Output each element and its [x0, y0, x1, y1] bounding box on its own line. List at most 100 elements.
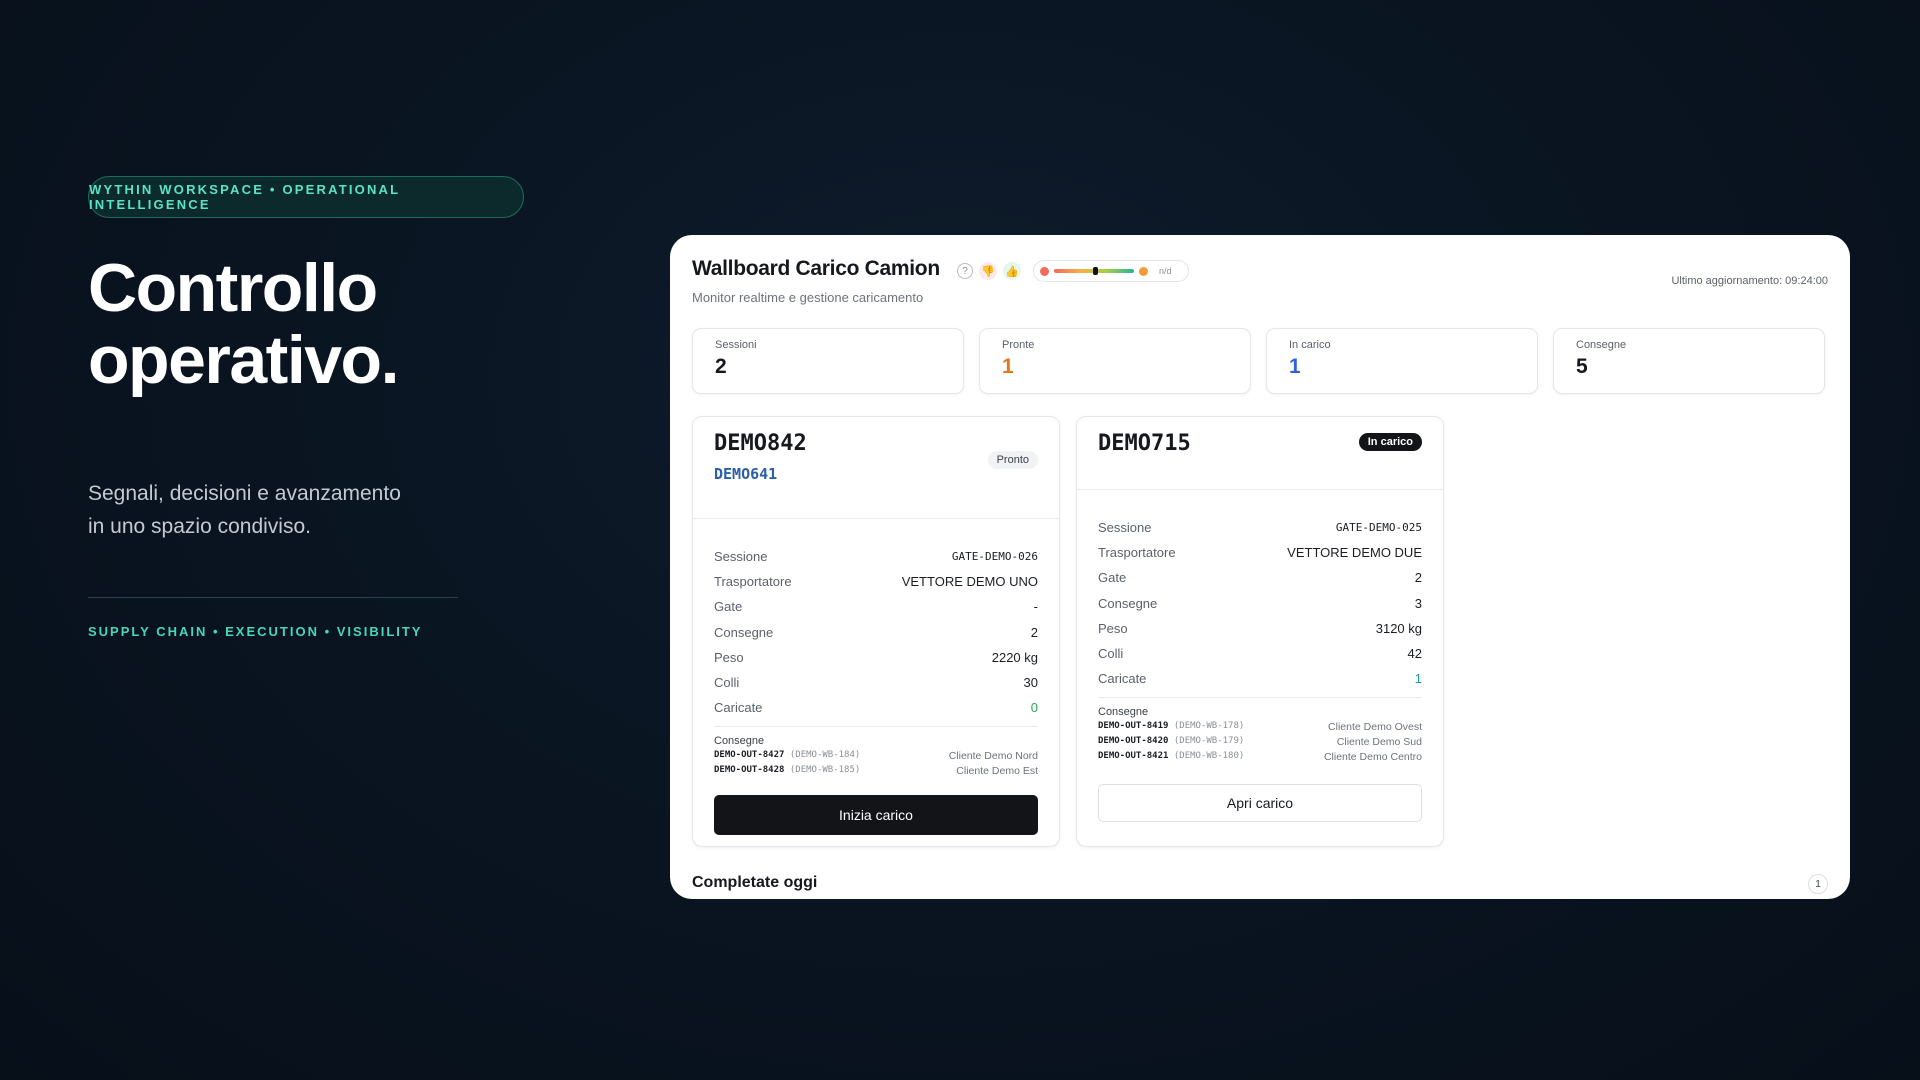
deliveries-title: Consegne: [1098, 706, 1149, 719]
detail-row: Peso 2220 kg: [714, 645, 1038, 670]
open-loading-button[interactable]: Apri carico: [1098, 784, 1422, 822]
detail-row: Colli 42: [1098, 641, 1422, 666]
detail-value: 42: [1407, 646, 1422, 662]
detail-value: 1: [1414, 671, 1422, 687]
thumbs-up-icon[interactable]: 👍: [1003, 262, 1021, 280]
delivery-id: DEMO-OUT-8421: [1098, 751, 1169, 762]
detail-key: Peso: [1098, 620, 1128, 636]
detail-key: Consegne: [1098, 595, 1158, 611]
detail-value: 3120 kg: [1375, 620, 1422, 636]
detail-key: Colli: [1098, 646, 1124, 662]
detail-value: VETTORE DEMO DUE: [1287, 545, 1422, 561]
detail-value: 2: [1414, 570, 1422, 586]
completed-today-title: Completate oggi: [692, 874, 818, 891]
sentiment-marker: [1093, 267, 1098, 275]
detail-value: VETTORE DEMO UNO: [901, 574, 1038, 590]
detail-row: Caricate 0: [714, 695, 1038, 720]
detail-row: Trasportatore VETTORE DEMO UNO: [714, 569, 1038, 594]
stat-label: Pronte: [1002, 339, 1035, 351]
delivery-ref: (DEMO-WB-179): [1173, 736, 1245, 747]
detail-value: GATE-DEMO-026: [951, 550, 1038, 564]
stat-label: Consegne: [1576, 339, 1627, 351]
sentiment-scale[interactable]: n/d: [1033, 260, 1189, 282]
card-divider: [1077, 489, 1443, 490]
delivery-item: DEMO-OUT-8428 (DEMO-WB-185) Cliente Demo …: [714, 765, 1038, 777]
delivery-client: Cliente Demo Est: [956, 765, 1038, 778]
detail-row: Colli 30: [714, 670, 1038, 695]
detail-row: Sessione GATE-DEMO-026: [714, 544, 1038, 569]
card-divider: [693, 518, 1059, 519]
wallboard-title: Wallboard Carico Camion: [692, 257, 940, 280]
delivery-item: DEMO-OUT-8419 (DEMO-WB-178) Cliente Demo …: [1098, 721, 1422, 733]
detail-key: Caricate: [1098, 671, 1147, 687]
detail-value: 2220 kg: [991, 649, 1038, 665]
truck-code[interactable]: DEMO641: [714, 465, 777, 483]
last-updated: Ultimo aggiornamento: 09:24:00: [1671, 275, 1828, 287]
deliveries-divider: [714, 726, 1038, 728]
truck-card-demo715: DEMO715 In carico Sessione GATE-DEMO-025 …: [1076, 416, 1444, 847]
stat-value: 5: [1576, 355, 1588, 378]
detail-key: Peso: [714, 649, 744, 665]
detail-row: Peso 3120 kg: [1098, 616, 1422, 641]
detail-key: Sessione: [1098, 520, 1152, 536]
detail-value: 0: [1030, 700, 1038, 716]
delivery-client: Cliente Demo Sud: [1336, 736, 1422, 749]
detail-value: 3: [1414, 595, 1422, 611]
sad-face-icon: [1040, 266, 1049, 276]
detail-key: Trasportatore: [1098, 545, 1176, 561]
feedback-icons: ? 👎 👍: [957, 262, 1021, 280]
truck-id: DEMO715: [1098, 431, 1191, 456]
delivery-id: DEMO-OUT-8428: [714, 765, 785, 776]
stat-label: In carico: [1289, 339, 1331, 351]
status-badge: Pronto: [987, 451, 1038, 469]
delivery-client: Cliente Demo Nord: [948, 750, 1038, 763]
detail-key: Colli: [714, 675, 740, 691]
detail-row: Consegne 3: [1098, 591, 1422, 616]
delivery-ref: (DEMO-WB-180): [1173, 751, 1245, 762]
hero-subtitle: Segnali, decisioni e avanzamento in uno …: [88, 482, 401, 538]
truck-card-demo842: DEMO842 DEMO641 Pronto Sessione GATE-DEMO…: [692, 416, 1060, 847]
hero-tags: SUPPLY CHAIN • EXECUTION • VISIBILITY: [88, 624, 423, 639]
sentiment-bar: [1054, 267, 1134, 275]
detail-row: Gate 2: [1098, 565, 1422, 590]
stat-label: Sessioni: [715, 339, 757, 351]
deliveries-title: Consegne: [714, 735, 765, 748]
delivery-ref: (DEMO-WB-184): [789, 750, 861, 761]
help-icon[interactable]: ?: [957, 263, 973, 279]
detail-key: Sessione: [714, 549, 768, 565]
detail-value: GATE-DEMO-025: [1335, 521, 1422, 535]
delivery-item: DEMO-OUT-8420 (DEMO-WB-179) Cliente Demo …: [1098, 736, 1422, 748]
start-loading-button[interactable]: Inizia carico: [714, 795, 1038, 835]
detail-key: Consegne: [714, 624, 774, 640]
detail-value: 30: [1023, 675, 1038, 691]
happy-face-icon: [1139, 266, 1148, 276]
detail-key: Gate: [1098, 570, 1127, 586]
delivery-id: DEMO-OUT-8420: [1098, 736, 1169, 747]
delivery-item: DEMO-OUT-8427 (DEMO-WB-184) Cliente Demo …: [714, 750, 1038, 762]
truck-id: DEMO842: [714, 431, 807, 456]
detail-value: 2: [1030, 624, 1038, 640]
detail-key: Caricate: [714, 700, 763, 716]
hero-title: Controllo operativo.: [88, 250, 399, 398]
detail-value: -: [1033, 599, 1038, 615]
stat-value: 2: [715, 355, 727, 378]
delivery-item: DEMO-OUT-8421 (DEMO-WB-180) Cliente Demo …: [1098, 751, 1422, 763]
stat-value: 1: [1002, 355, 1014, 378]
sentiment-value: n/d: [1159, 266, 1172, 276]
delivery-ref: (DEMO-WB-178): [1173, 721, 1245, 732]
delivery-id: DEMO-OUT-8419: [1098, 721, 1169, 732]
wallboard-subtitle: Monitor realtime e gestione caricamento: [692, 290, 924, 305]
deliveries-divider: [1098, 697, 1422, 699]
thumbs-down-icon[interactable]: 👎: [979, 262, 997, 280]
card-details: Sessione GATE-DEMO-026 Trasportatore VETTO…: [714, 544, 1038, 777]
workspace-badge: WYTHIN WORKSPACE • OPERATIONAL INTELLIGE…: [88, 176, 524, 218]
stat-consegne: Consegne 5: [1553, 328, 1825, 394]
stat-sessioni: Sessioni 2: [692, 328, 964, 394]
detail-key: Trasportatore: [714, 574, 792, 590]
detail-row: Consegne 2: [714, 620, 1038, 645]
stat-in-carico: In carico 1: [1266, 328, 1538, 394]
detail-row: Sessione GATE-DEMO-025: [1098, 515, 1422, 540]
hero-divider: [88, 597, 458, 598]
detail-row: Trasportatore VETTORE DEMO DUE: [1098, 540, 1422, 565]
wallboard-panel: Wallboard Carico Camion ? 👎 👍 n/d Monito…: [670, 235, 1850, 899]
